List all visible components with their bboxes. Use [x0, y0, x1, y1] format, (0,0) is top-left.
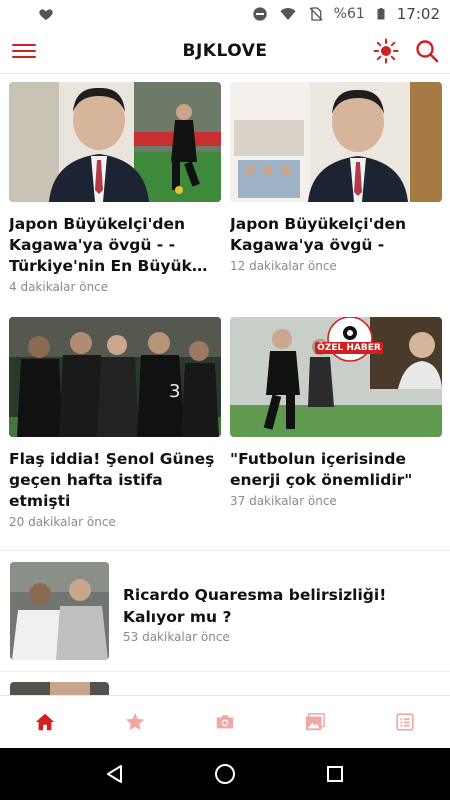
divider	[0, 671, 450, 672]
news-card[interactable]: Japon Büyükelçi'den Kagawa'ya övgü - - T…	[9, 82, 221, 294]
news-title: Japon Büyükelçi'den Kagawa'ya övgü -	[230, 215, 406, 254]
clock: 17:02	[396, 5, 440, 23]
news-time: 20 dakikalar önce	[9, 515, 116, 529]
nav-list[interactable]	[360, 696, 450, 748]
nav-favorites[interactable]	[90, 696, 180, 748]
app-bar: BJKLOVE	[0, 28, 450, 74]
search-icon[interactable]	[414, 38, 440, 64]
system-home-button[interactable]	[205, 754, 245, 794]
news-thumbnail: 3	[9, 317, 221, 437]
battery-percent: %61	[333, 6, 365, 22]
news-card[interactable]: ÖZEL HABER "Futbolun içerisinde enerji ç…	[230, 317, 442, 508]
home-icon	[35, 713, 55, 731]
recents-icon	[327, 766, 343, 782]
news-time: 53 dakikalar önce	[123, 630, 230, 644]
battery-icon	[377, 8, 385, 20]
nav-photos[interactable]	[180, 696, 270, 748]
news-thumbnail	[9, 82, 221, 202]
news-thumbnail	[230, 82, 442, 202]
camera-icon	[216, 715, 234, 729]
star-icon	[125, 712, 145, 731]
news-time: 4 dakikalar önce	[9, 280, 109, 294]
list-item[interactable]: Ricardo Quaresma belirsizliği! Kalıyor m…	[10, 562, 440, 662]
menu-icon-line	[12, 56, 36, 58]
back-icon	[107, 765, 122, 783]
bottom-navigation	[0, 695, 450, 748]
news-card[interactable]: 3 Flaş iddia! Şenol Güneş geçen hafta is…	[9, 317, 221, 529]
system-back-button[interactable]	[95, 754, 135, 794]
status-bar: %61 17:02	[0, 0, 450, 28]
news-title: Flaş iddia! Şenol Güneş geçen hafta isti…	[9, 450, 215, 510]
nav-home[interactable]	[0, 696, 90, 748]
svg-text:3: 3	[169, 381, 180, 402]
nav-gallery[interactable]	[270, 696, 360, 748]
gallery-icon	[305, 713, 325, 731]
news-thumbnail	[10, 562, 109, 660]
menu-icon-line	[12, 50, 36, 52]
heart-icon	[39, 9, 53, 20]
news-title: Japon Büyükelçi'den Kagawa'ya övgü - - T…	[9, 215, 192, 275]
menu-button[interactable]	[12, 40, 36, 62]
news-title: "Futbolun içerisinde enerji çok önemlidi…	[230, 450, 413, 489]
news-thumbnail: ÖZEL HABER	[230, 317, 442, 437]
brightness-icon[interactable]	[373, 38, 399, 64]
menu-icon-line	[12, 44, 36, 46]
divider	[0, 550, 450, 551]
news-card[interactable]: Japon Büyükelçi'den Kagawa'ya övgü - 12 …	[230, 82, 442, 273]
news-title: Ricardo Quaresma belirsizliği! Kalıyor m…	[123, 586, 387, 626]
list-icon	[396, 713, 414, 731]
system-navigation-bar	[0, 748, 450, 800]
system-recents-button[interactable]	[315, 754, 355, 794]
news-time: 37 dakikalar önce	[230, 494, 337, 508]
home-circle-icon	[215, 764, 235, 784]
news-thumbnail	[10, 682, 109, 695]
news-badge: ÖZEL HABER	[315, 342, 383, 354]
wifi-icon	[279, 8, 296, 20]
do-not-disturb-icon	[252, 7, 267, 21]
news-time: 12 dakikalar önce	[230, 259, 337, 273]
news-feed[interactable]: Japon Büyükelçi'den Kagawa'ya övgü - - T…	[0, 74, 450, 695]
list-item[interactable]	[10, 682, 440, 695]
no-sim-icon	[309, 7, 323, 21]
